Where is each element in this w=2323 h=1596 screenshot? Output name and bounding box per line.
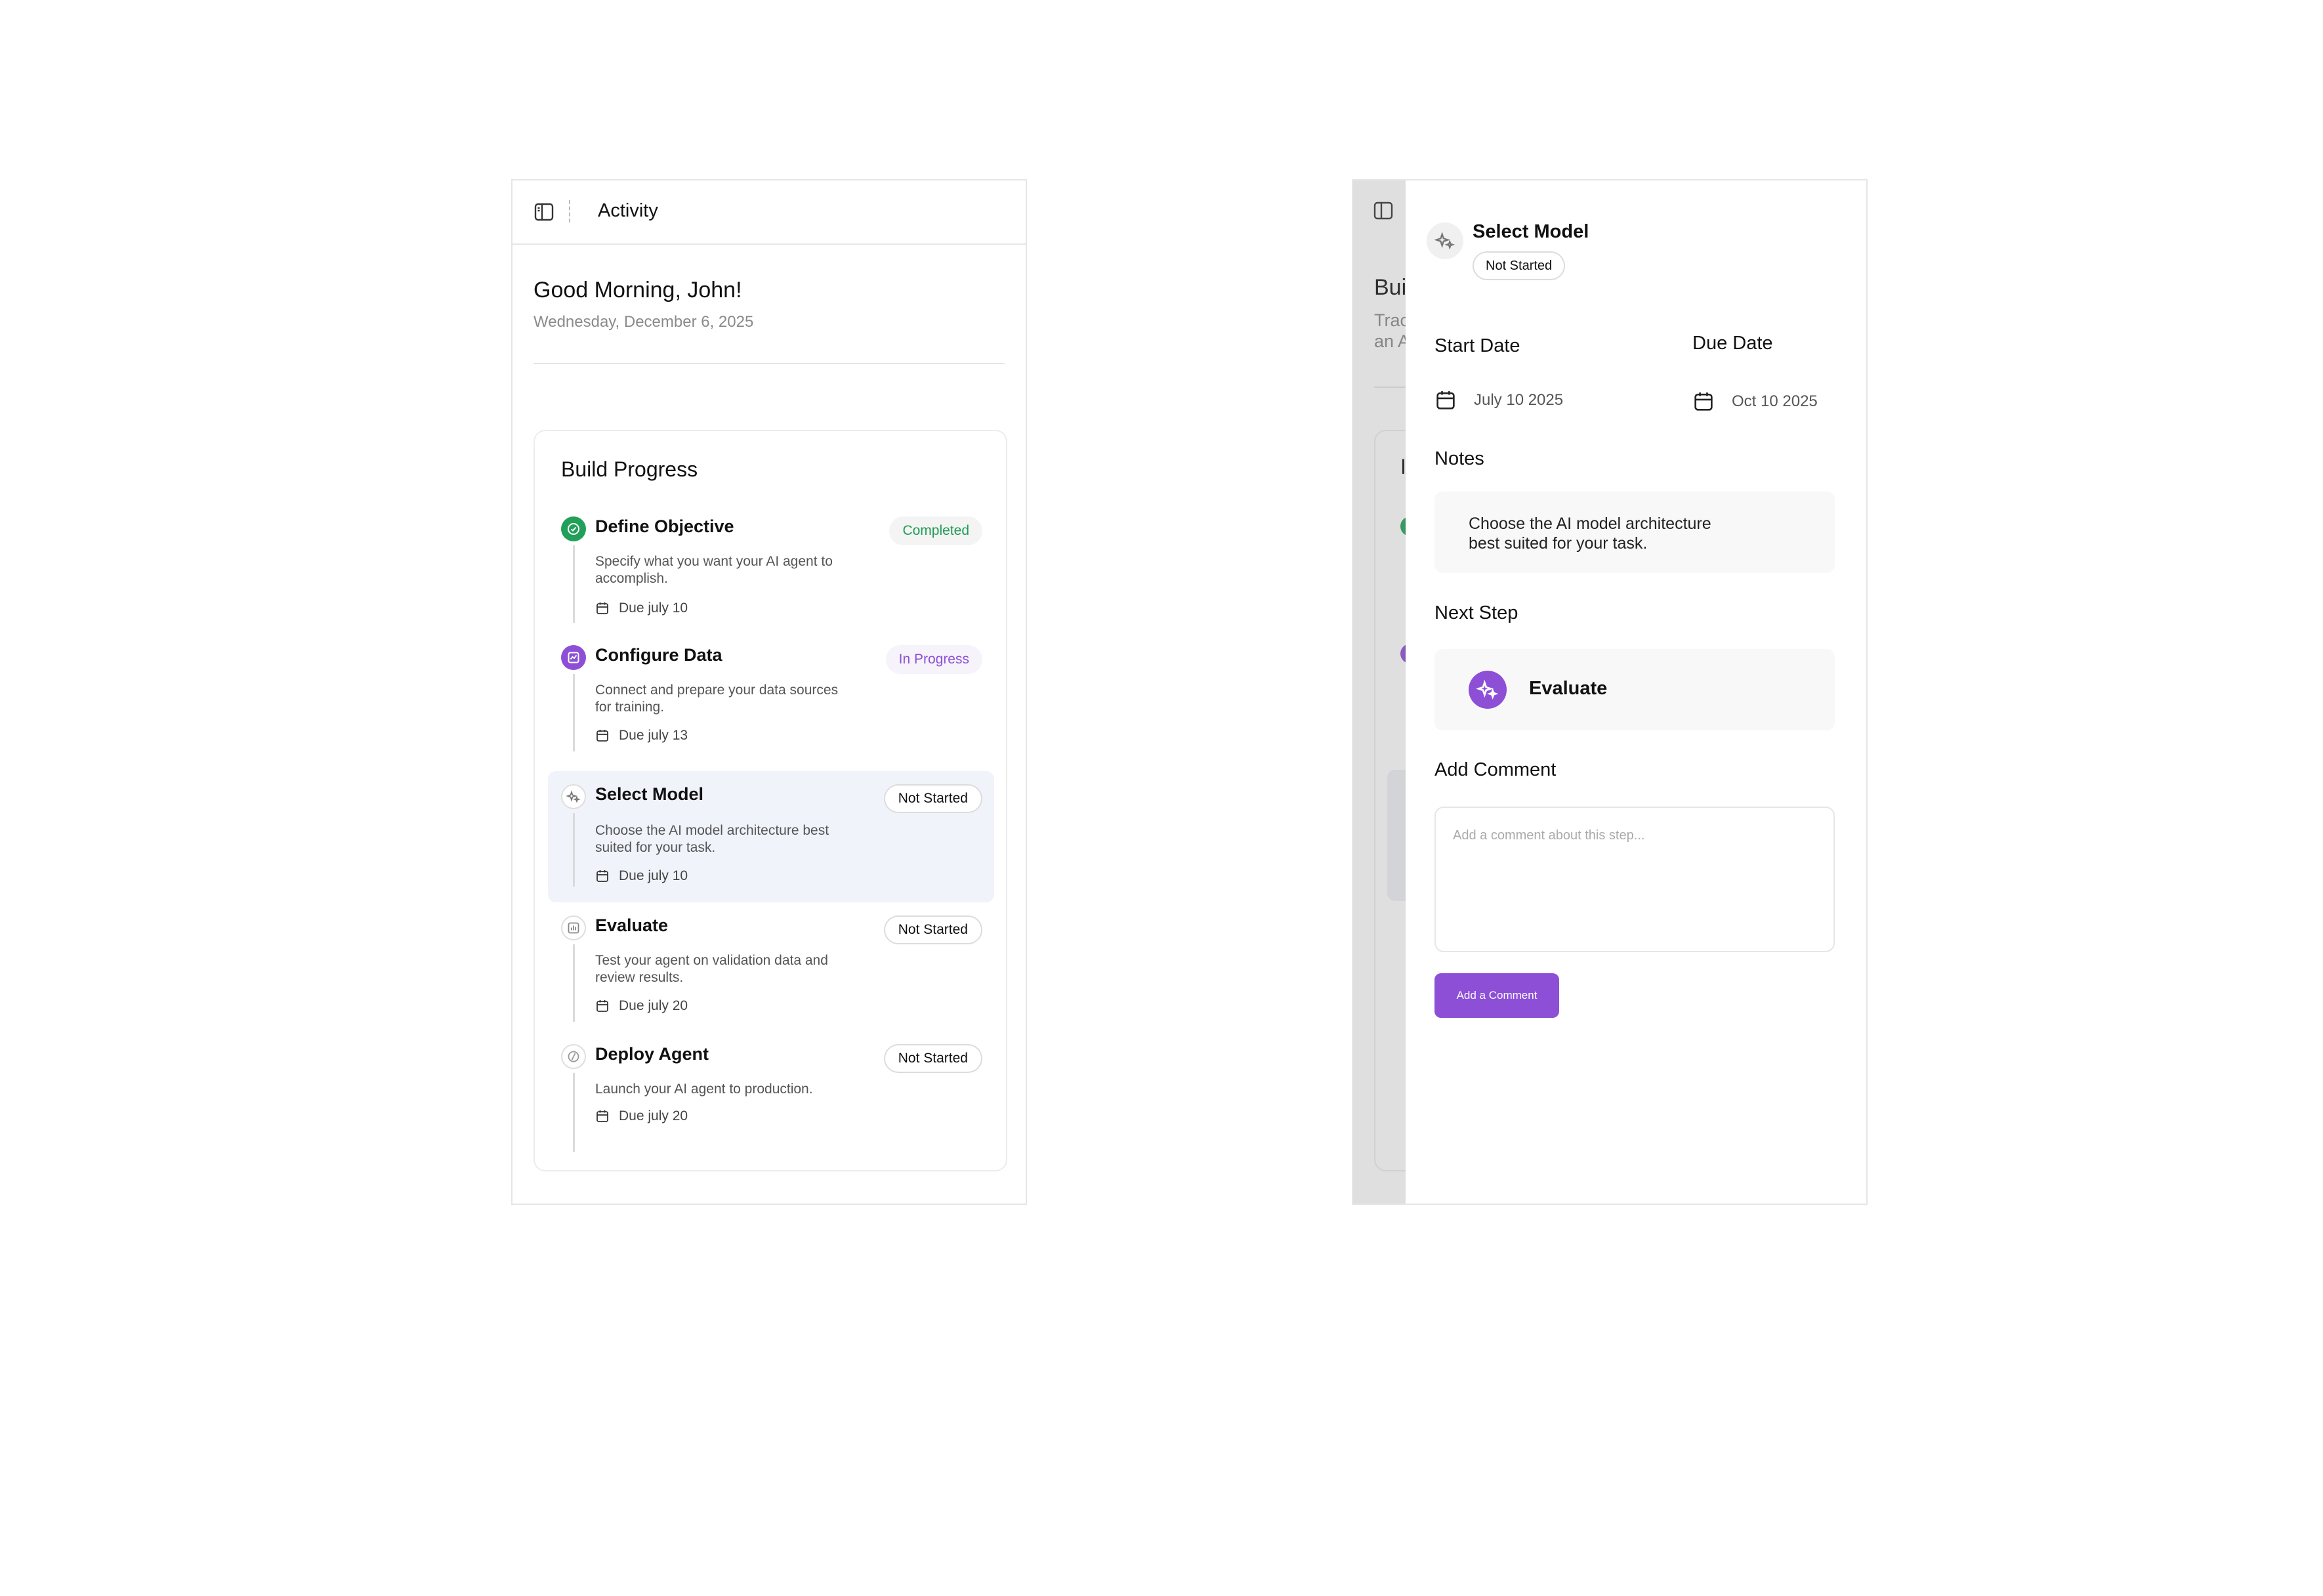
calendar-icon (596, 1110, 608, 1122)
sidebar-panel-icon[interactable] (534, 201, 555, 222)
chart-box-icon (561, 645, 586, 670)
notes-label: Notes (1434, 448, 1484, 469)
due-date-text: Oct 10 2025 (1732, 392, 1818, 410)
due-date-text: Due july 13 (619, 728, 688, 743)
calendar-icon (596, 730, 608, 742)
due-date-text: Due july 10 (619, 600, 688, 616)
status-badge: Not Started (883, 1044, 982, 1073)
add-comment-button[interactable]: Add a Comment (1434, 973, 1559, 1018)
page-title: Activity (598, 200, 658, 221)
sparkles-icon (1469, 671, 1507, 709)
step-due: Due july 13 (595, 728, 688, 744)
step-connector (573, 813, 575, 887)
step-description: Launch your AI agent to production. (595, 1082, 813, 1097)
sparkles-icon (561, 784, 586, 809)
step-description: Specify what you want your AI agent to a… (595, 554, 833, 586)
step-detail-screen: Bui Trac an A I Select Model Not Started… (1352, 179, 1868, 1205)
due-date-text: Due july 20 (619, 998, 688, 1013)
calendar-icon (596, 1000, 608, 1012)
calendar-icon (596, 870, 608, 882)
step-due: Due july 10 (595, 868, 688, 884)
check-circle-icon (561, 516, 586, 541)
status-badge: Not Started (883, 784, 982, 813)
notes-box: Choose the AI model architecture best su… (1434, 492, 1835, 573)
step-configure-data[interactable]: Configure Data In Progress Connect and p… (548, 639, 994, 763)
step-title: Configure Data (595, 645, 722, 665)
step-connector (573, 1073, 575, 1152)
activity-header: Activity (513, 180, 1026, 245)
step-connector (573, 674, 575, 751)
header-divider (569, 200, 570, 222)
start-date-label: Start Date (1434, 335, 1520, 356)
calendar-icon (596, 602, 608, 614)
step-connector (573, 944, 575, 1022)
next-step-label: Next Step (1434, 602, 1518, 623)
divider (534, 363, 1005, 364)
comment-input[interactable] (1452, 828, 1822, 844)
start-date-value[interactable]: July 10 2025 (1434, 389, 1563, 411)
build-progress-title: Build Progress (561, 457, 698, 481)
status-badge: Not Started (1473, 251, 1566, 280)
step-due: Due july 10 (595, 600, 688, 616)
sparkles-icon (1427, 222, 1463, 259)
step-title: Deploy Agent (595, 1044, 709, 1064)
due-date-text: Due july 10 (619, 868, 688, 883)
step-title: Select Model (595, 784, 704, 804)
slash-circle-icon (561, 1044, 586, 1069)
greeting: Good Morning, John! (534, 278, 742, 303)
calendar-icon (1436, 391, 1455, 410)
step-description: Choose the AI model architecture best su… (595, 823, 829, 855)
step-define-objective[interactable]: Define Objective Completed Specify what … (548, 510, 994, 635)
add-comment-label: Add Comment (1434, 759, 1557, 780)
step-description: Test your agent on validation data and r… (595, 953, 828, 985)
step-connector (573, 545, 575, 623)
step-select-model[interactable]: Select Model Not Started Choose the AI m… (548, 771, 994, 902)
step-detail-drawer: Select Model Not Started Start Date Due … (1406, 180, 1866, 1204)
current-date: Wednesday, December 6, 2025 (534, 313, 754, 331)
calendar-icon (1694, 392, 1713, 411)
step-due: Due july 20 (595, 998, 688, 1014)
next-step-card[interactable]: Evaluate (1434, 649, 1835, 730)
step-evaluate[interactable]: Evaluate Not Started Test your agent on … (548, 909, 994, 1034)
step-description: Connect and prepare your data sources fo… (595, 682, 839, 715)
start-date-text: July 10 2025 (1474, 391, 1564, 409)
due-date-text: Due july 20 (619, 1108, 688, 1124)
notes-text: Choose the AI model architecture best su… (1469, 514, 1711, 553)
bar-chart-icon (561, 915, 586, 940)
step-title: Define Objective (595, 516, 734, 536)
step-title: Evaluate (595, 915, 669, 935)
activity-panel: Activity Good Morning, John! Wednesday, … (511, 179, 1027, 1205)
comment-box[interactable] (1434, 807, 1835, 952)
status-badge: In Progress (885, 645, 982, 674)
due-date-label: Due Date (1692, 333, 1773, 354)
next-step-name: Evaluate (1529, 678, 1608, 699)
drawer-title: Select Model (1473, 221, 1589, 242)
step-deploy-agent[interactable]: Deploy Agent Not Started Launch your AI … (548, 1038, 994, 1162)
step-due: Due july 20 (595, 1108, 688, 1124)
build-progress-card: Build Progress Define Objective Complete… (534, 430, 1007, 1171)
status-badge: Not Started (883, 915, 982, 944)
due-date-value[interactable]: Oct 10 2025 (1692, 390, 1818, 413)
status-badge: Completed (889, 516, 982, 545)
